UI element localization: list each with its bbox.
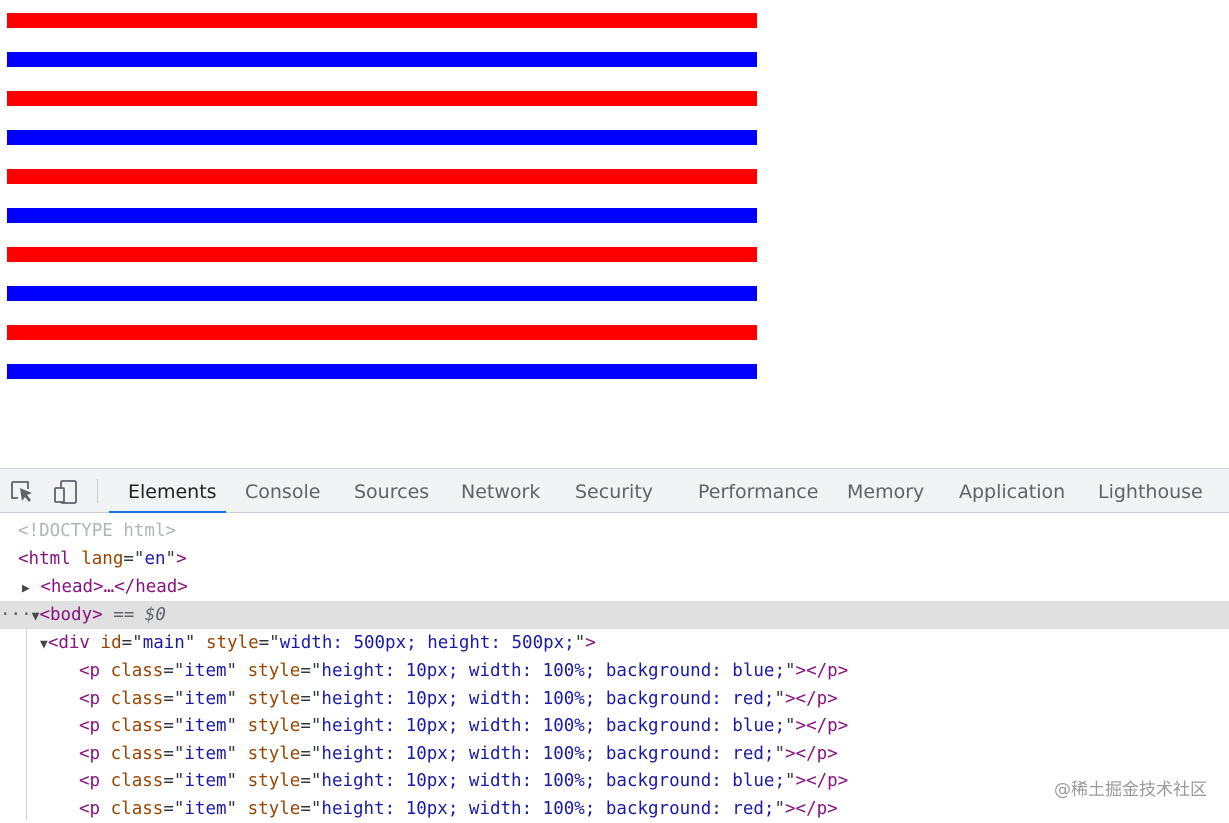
page-viewport	[0, 0, 1229, 468]
devtools-toolbar: Elements Console Sources Network Securit…	[0, 468, 1229, 513]
watermark: @稀土掘金技术社区	[1054, 780, 1207, 800]
dom-tree: <!DOCTYPE html> <html lang="en"> ▶ <head…	[0, 514, 1229, 820]
p-class-value: item	[184, 688, 227, 709]
selected-marker: == $0	[113, 605, 166, 625]
dom-doctype-line[interactable]: <!DOCTYPE html>	[0, 517, 1229, 545]
div-id-value: main	[142, 633, 185, 653]
p-class-value: item	[184, 799, 227, 819]
dom-p-line[interactable]: <p class="item" style="height: 10px; wid…	[0, 767, 1229, 795]
stripe-10	[7, 364, 757, 379]
tab-memory[interactable]: Memory	[847, 469, 924, 513]
dom-head-line[interactable]: ▶ <head>…</head>	[0, 573, 1229, 601]
expand-triangle-icon[interactable]: ▶	[22, 581, 30, 596]
stripe-1	[7, 13, 757, 28]
div-tag: <div	[47, 633, 90, 653]
div-id-attr: id	[100, 633, 122, 653]
tab-sources[interactable]: Sources	[354, 469, 429, 513]
element-picker-icon[interactable]	[9, 479, 35, 505]
p-style-value: height: 10px; width: 100%; background: b…	[321, 716, 785, 737]
dom-div-line[interactable]: ▼<div id="main" style="width: 500px; hei…	[0, 629, 1229, 657]
p-class-value: item	[184, 771, 227, 792]
doctype-text: <!DOCTYPE html>	[18, 521, 177, 541]
collapse-triangle-icon[interactable]: ▼	[40, 637, 48, 652]
p-class-value: item	[184, 661, 227, 681]
stripe-4	[7, 130, 757, 145]
dom-p-line[interactable]: <p class="item" style="height: 10px; wid…	[0, 712, 1229, 740]
p-style-value: height: 10px; width: 100%; background: b…	[321, 661, 785, 681]
body-tag: <body>	[39, 605, 103, 625]
tab-elements[interactable]: Elements	[128, 469, 217, 513]
p-style-value: height: 10px; width: 100%; background: r…	[321, 688, 775, 709]
stripe-6	[7, 208, 757, 223]
device-toggle-icon[interactable]	[53, 479, 79, 505]
stripe-3	[7, 91, 757, 106]
dom-p-line[interactable]: <p class="item" style="height: 10px; wid…	[0, 740, 1229, 768]
head-tag: <head>…</head>	[40, 577, 188, 597]
html-lang-attr: lang	[81, 549, 124, 569]
tab-performance[interactable]: Performance	[698, 469, 818, 513]
tab-application[interactable]: Application	[959, 469, 1065, 513]
dom-p-line[interactable]: <p class="item" style="height: 10px; wid…	[0, 795, 1229, 823]
p-style-value: height: 10px; width: 100%; background: r…	[321, 743, 775, 764]
tab-lighthouse[interactable]: Lighthouse	[1098, 469, 1203, 513]
devtools-panel: Elements Console Sources Network Securit…	[0, 468, 1229, 820]
html-tag: <html	[18, 549, 71, 569]
div-style-attr: style	[205, 633, 259, 653]
stripe-7	[7, 247, 757, 262]
stripe-9	[7, 325, 757, 340]
dom-p-line[interactable]: <p class="item" style="height: 10px; wid…	[0, 685, 1229, 713]
dom-body-line[interactable]: ···▼<body> == $0	[0, 601, 1229, 629]
p-class-value: item	[184, 743, 227, 764]
dom-html-line[interactable]: <html lang="en">	[0, 545, 1229, 573]
stripe-2	[7, 52, 757, 67]
tab-network[interactable]: Network	[461, 469, 540, 513]
dom-p-line[interactable]: <p class="item" style="height: 10px; wid…	[0, 657, 1229, 685]
tab-console[interactable]: Console	[245, 469, 320, 513]
toolbar-divider	[97, 479, 98, 503]
p-style-value: height: 10px; width: 100%; background: b…	[321, 771, 785, 792]
html-lang-value: en	[144, 549, 166, 569]
active-tab-indicator	[109, 511, 226, 513]
p-class-value: item	[184, 716, 227, 737]
indent-guide	[26, 629, 27, 820]
div-style-value: width: 500px; height: 500px;	[279, 633, 575, 653]
stripe-8	[7, 286, 757, 301]
tab-security[interactable]: Security	[575, 469, 653, 513]
stripe-5	[7, 169, 757, 184]
p-style-value: height: 10px; width: 100%; background: r…	[321, 799, 775, 819]
